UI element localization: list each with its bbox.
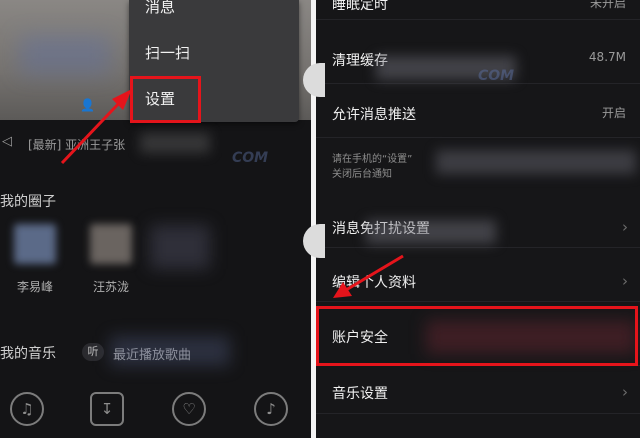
chevron-right-icon: › [622,383,628,401]
avatar [14,224,56,264]
download-icon[interactable]: ↧ [90,392,124,426]
left-screenshot-panel: 👤 消息 扫一扫 设置 ◁ [最新] 亚洲王子张 COM 我的圈子 李易峰 汪苏… [0,0,311,438]
row-value: 开启 [601,106,626,120]
watermark: COM [232,150,269,166]
bottom-icon-bar: ♫ ↧ ♡ ♪ [0,392,311,432]
row-value: 48.7M [588,50,626,64]
music-note-person-icon[interactable]: ♫ [10,392,44,426]
settings-row-sleep-timer[interactable]: 睡眠定时 未开启 [316,0,640,20]
watermark: COM [478,68,515,84]
settings-highlight-box [130,76,201,123]
blurred-region [366,220,496,244]
blurred-region [150,225,210,269]
avatar [90,224,132,264]
listen-badge: 听 [82,343,104,361]
settings-row-push[interactable]: 允许消息推送 开启 [316,92,640,138]
my-music-title: 我的音乐 [0,346,56,362]
speaker-icon: ◁ [2,134,12,149]
notice-text: [最新] 亚洲王子张 [28,138,126,152]
blurred-region [20,35,110,75]
push-description: 请在手机的“设置” 关闭后台通知 [332,152,412,182]
row-label: 音乐设置 [332,386,388,402]
chevron-right-icon: › [622,272,628,290]
settings-row-music[interactable]: 音乐设置 › [316,370,640,414]
blurred-region [436,150,636,174]
chevron-right-icon: › [622,218,628,236]
friend-item[interactable]: 李易峰 [0,224,70,295]
my-circle-title: 我的圈子 [0,194,56,210]
row-value: 未开启 [589,0,626,10]
popup-item-scan[interactable]: 扫一扫 [145,42,190,63]
friend-name: 李易峰 [16,280,53,294]
friend-item[interactable]: 汪苏泷 [76,224,146,295]
row-label: 睡眠定时 [332,0,388,13]
row-label: 编辑个人资料 [332,275,416,291]
settings-row-profile[interactable]: 编辑个人资料 › [316,262,640,302]
heart-icon[interactable]: ♡ [172,392,206,426]
blurred-region [110,336,230,366]
friend-name: 汪苏泷 [92,280,129,294]
popup-item-messages[interactable]: 消息 [145,0,175,17]
push-desc-line: 关闭后台通知 [332,169,392,180]
account-security-highlight-box [316,306,638,366]
blurred-region [140,133,210,153]
row-label: 允许消息推送 [332,107,416,123]
push-desc-line: 请在手机的“设置” [332,154,413,165]
user-icon: 👤 [80,98,95,112]
music-file-icon[interactable]: ♪ [254,392,288,426]
right-screenshot-panel: 睡眠定时 未开启 清理缓存 48.7M COM 允许消息推送 开启 请在手机的“… [316,0,640,438]
